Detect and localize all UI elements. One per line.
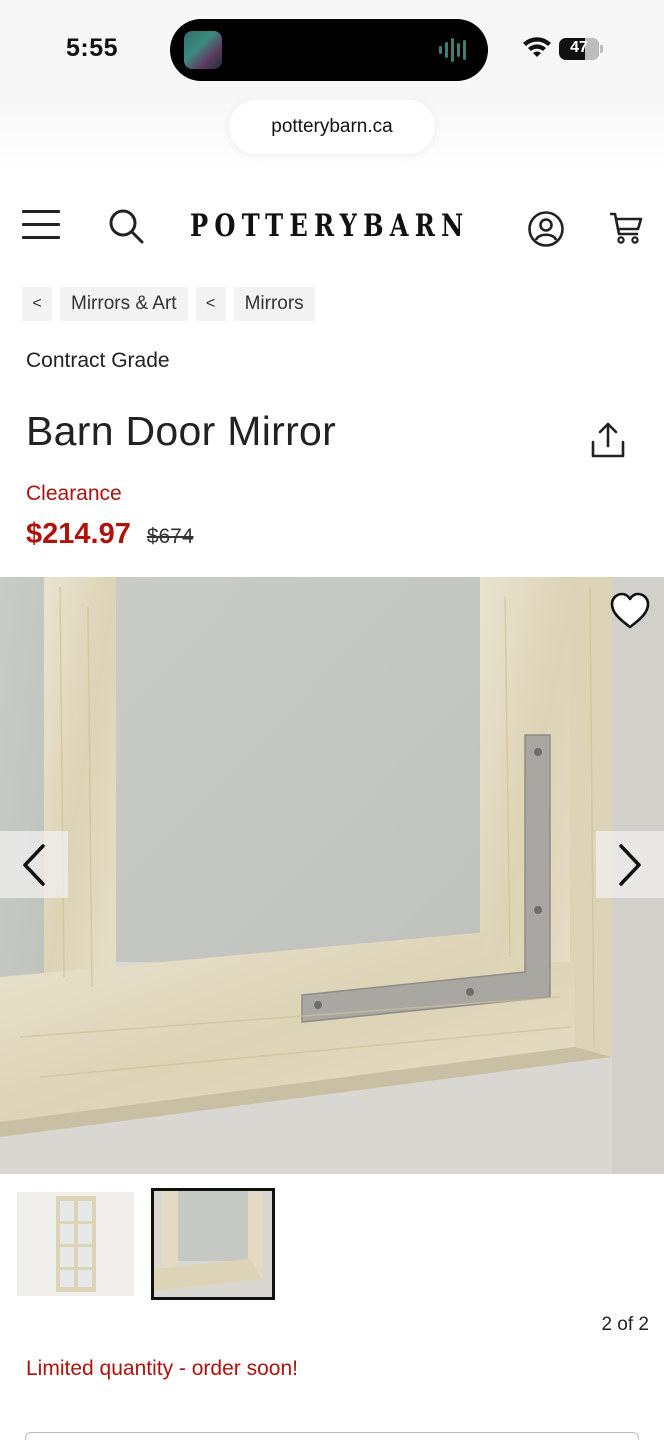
availability-message: Limited quantity - order soon! — [26, 1357, 298, 1380]
breadcrumb-mirrors[interactable]: Mirrors — [233, 287, 315, 321]
status-bar: 5:55 47 — [0, 0, 664, 100]
cart-icon[interactable] — [608, 210, 644, 246]
dynamic-island[interactable] — [170, 19, 488, 81]
price-row: $214.97 $674 — [26, 518, 194, 551]
wifi-icon — [523, 37, 551, 57]
product-eyebrow: Contract Grade — [26, 349, 170, 372]
status-time: 5:55 — [66, 34, 119, 62]
breadcrumb-mirrors-and-art[interactable]: Mirrors & Art — [60, 287, 188, 321]
gallery-thumbnail-2[interactable] — [151, 1188, 275, 1300]
product-title: Barn Door Mirror — [26, 408, 337, 454]
breadcrumb-back-icon[interactable]: < — [22, 287, 52, 321]
thumbnail-corner-image — [154, 1191, 272, 1297]
breadcrumb-back-icon[interactable]: < — [195, 287, 226, 321]
breadcrumb: < Mirrors & Art < Mirrors — [22, 287, 315, 321]
menu-icon[interactable] — [22, 210, 60, 240]
mirror-corner-photo — [0, 577, 664, 1174]
gallery-counter: 2 of 2 — [601, 1314, 649, 1335]
clearance-badge: Clearance — [26, 482, 122, 505]
search-icon[interactable] — [106, 206, 146, 246]
audio-waveform-icon — [439, 38, 466, 62]
url-bar[interactable]: potterybarn.ca — [229, 100, 435, 154]
options-panel-edge — [25, 1432, 639, 1440]
chevron-right-icon — [619, 843, 641, 886]
browser-url-area: potterybarn.ca — [0, 100, 664, 170]
gallery-prev-button[interactable] — [0, 831, 68, 898]
share-icon[interactable] — [589, 420, 627, 460]
chevron-left-icon — [23, 843, 45, 886]
battery-indicator: 47 — [559, 38, 603, 60]
original-price: $674 — [146, 525, 194, 548]
site-logo[interactable]: POTTERYBARN — [190, 208, 463, 248]
now-playing-artwork — [184, 31, 222, 69]
sale-price: $214.97 — [26, 518, 131, 550]
site-header: POTTERYBARN — [0, 190, 664, 266]
gallery-next-button[interactable] — [596, 831, 664, 898]
thumbnail-full-mirror-image — [17, 1192, 134, 1296]
gallery-thumbnail-1[interactable] — [17, 1192, 134, 1296]
favorite-heart-icon[interactable] — [608, 590, 652, 634]
product-main-image[interactable] — [0, 577, 664, 1174]
account-icon[interactable] — [527, 210, 565, 248]
battery-percent: 47 — [570, 39, 588, 56]
